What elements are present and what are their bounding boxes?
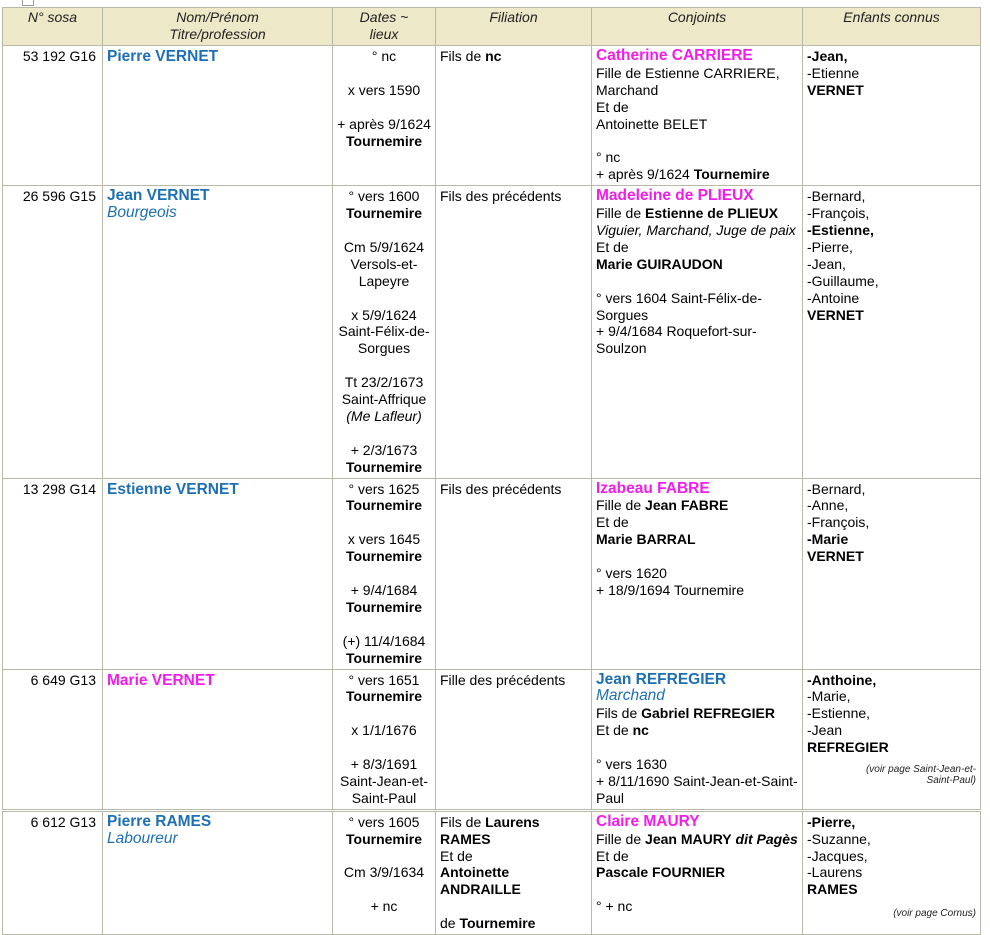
person-name[interactable]: Marie VERNET [107,672,215,689]
spouse-name[interactable]: Catherine CARRIERE [596,47,798,65]
children-cell: -Anthoine, -Marie, -Estienne, -Jean REFR… [802,668,981,811]
children-cell: -Pierre, -Suzanne, -Jacques, -Laurens RA… [802,808,981,935]
window-corner-handle [22,0,34,6]
header-name: Nom/Prénom Titre/profession [102,7,333,46]
spouse-name[interactable]: Izabeau FABRE [596,480,798,498]
header-spouses: Conjoints [591,7,803,46]
spouse-name[interactable]: Jean REFREGIER [596,671,798,689]
header-dates: Dates ~ lieux [332,7,436,46]
header-children: Enfants connus [802,7,981,46]
person-cell: Estienne VERNET [102,477,333,670]
spouse-cell: Izabeau FABRE Fille de Jean FABRE Et de … [591,477,803,670]
page-reference-note[interactable]: (voir page Saint-Jean-et-Saint-Paul) [807,764,976,786]
person-cell: Pierre VERNET [102,44,333,187]
filiation-cell: Fils des précédents [435,185,592,479]
page-reference-note[interactable]: (voir page Cornus) [807,908,976,919]
table-row: 6 649 G13 Marie VERNET ° vers 1651 Tourn… [2,668,981,811]
filiation-cell: Fille des précédents [435,668,592,811]
person-title: Laboureur [107,829,178,847]
person-title: Bourgeois [107,204,177,222]
sosa-cell: 6 649 G13 [2,668,103,811]
header-sosa: N° sosa [2,7,103,46]
spouse-cell: Madeleine de PLIEUX Fille de Estienne de… [591,185,803,479]
sosa-cell: 26 596 G15 [2,185,103,479]
person-name[interactable]: Pierre VERNET [107,48,218,65]
genealogy-table: N° sosa Nom/Prénom Titre/profession Dates… [2,7,981,935]
person-name[interactable]: Pierre RAMES [107,813,328,831]
header-filiation: Filiation [435,7,592,46]
spouse-cell: Jean REFREGIER Marchand Fils de Gabriel … [591,668,803,811]
dates-cell: ° vers 1625 Tournemire x vers 1645 Tourn… [332,477,436,670]
filiation-cell: Fils de nc [435,44,592,187]
filiation-cell: Fils de Laurens RAMES Et de Antoinette A… [435,808,592,935]
spouse-cell: Claire MAURY Fille de Jean MAURY dit Pag… [591,808,803,935]
person-name[interactable]: Jean VERNET [107,187,328,205]
table-row: 6 612 G13 Pierre RAMES Laboureur ° vers … [2,808,981,935]
dates-cell: ° vers 1605 Tournemire Cm 3/9/1634 + nc [332,808,436,935]
person-cell: Pierre RAMES Laboureur [102,808,333,935]
children-cell: -Bernard, -Anne, -François, -Marie VERNE… [802,477,981,670]
table-header-row: N° sosa Nom/Prénom Titre/profession Dates… [2,7,981,46]
table-row: 26 596 G15 Jean VERNET Bourgeois ° vers … [2,185,981,479]
table-row: 13 298 G14 Estienne VERNET ° vers 1625 T… [2,477,981,670]
sosa-cell: 13 298 G14 [2,477,103,670]
dates-cell: ° vers 1600 Tournemire Cm 5/9/1624 Verso… [332,185,436,479]
spouse-name[interactable]: Madeleine de PLIEUX [596,187,798,205]
spouse-name[interactable]: Claire MAURY [596,813,798,831]
person-cell: Jean VERNET Bourgeois [102,185,333,479]
table-row: 53 192 G16 Pierre VERNET ° nc x vers 159… [2,44,981,187]
children-cell: -Jean, -Etienne VERNET [802,44,981,187]
sosa-cell: 53 192 G16 [2,44,103,187]
children-cell: -Bernard, -François, -Estienne, -Pierre,… [802,185,981,479]
dates-cell: ° vers 1651 Tournemire x 1/1/1676 + 8/3/… [332,668,436,811]
person-name[interactable]: Estienne VERNET [107,481,239,498]
dates-cell: ° nc x vers 1590 + après 9/1624 Tournemi… [332,44,436,187]
person-cell: Marie VERNET [102,668,333,811]
sosa-cell: 6 612 G13 [2,808,103,935]
spouse-cell: Catherine CARRIERE Fille de Estienne CAR… [591,44,803,187]
filiation-cell: Fils des précédents [435,477,592,670]
